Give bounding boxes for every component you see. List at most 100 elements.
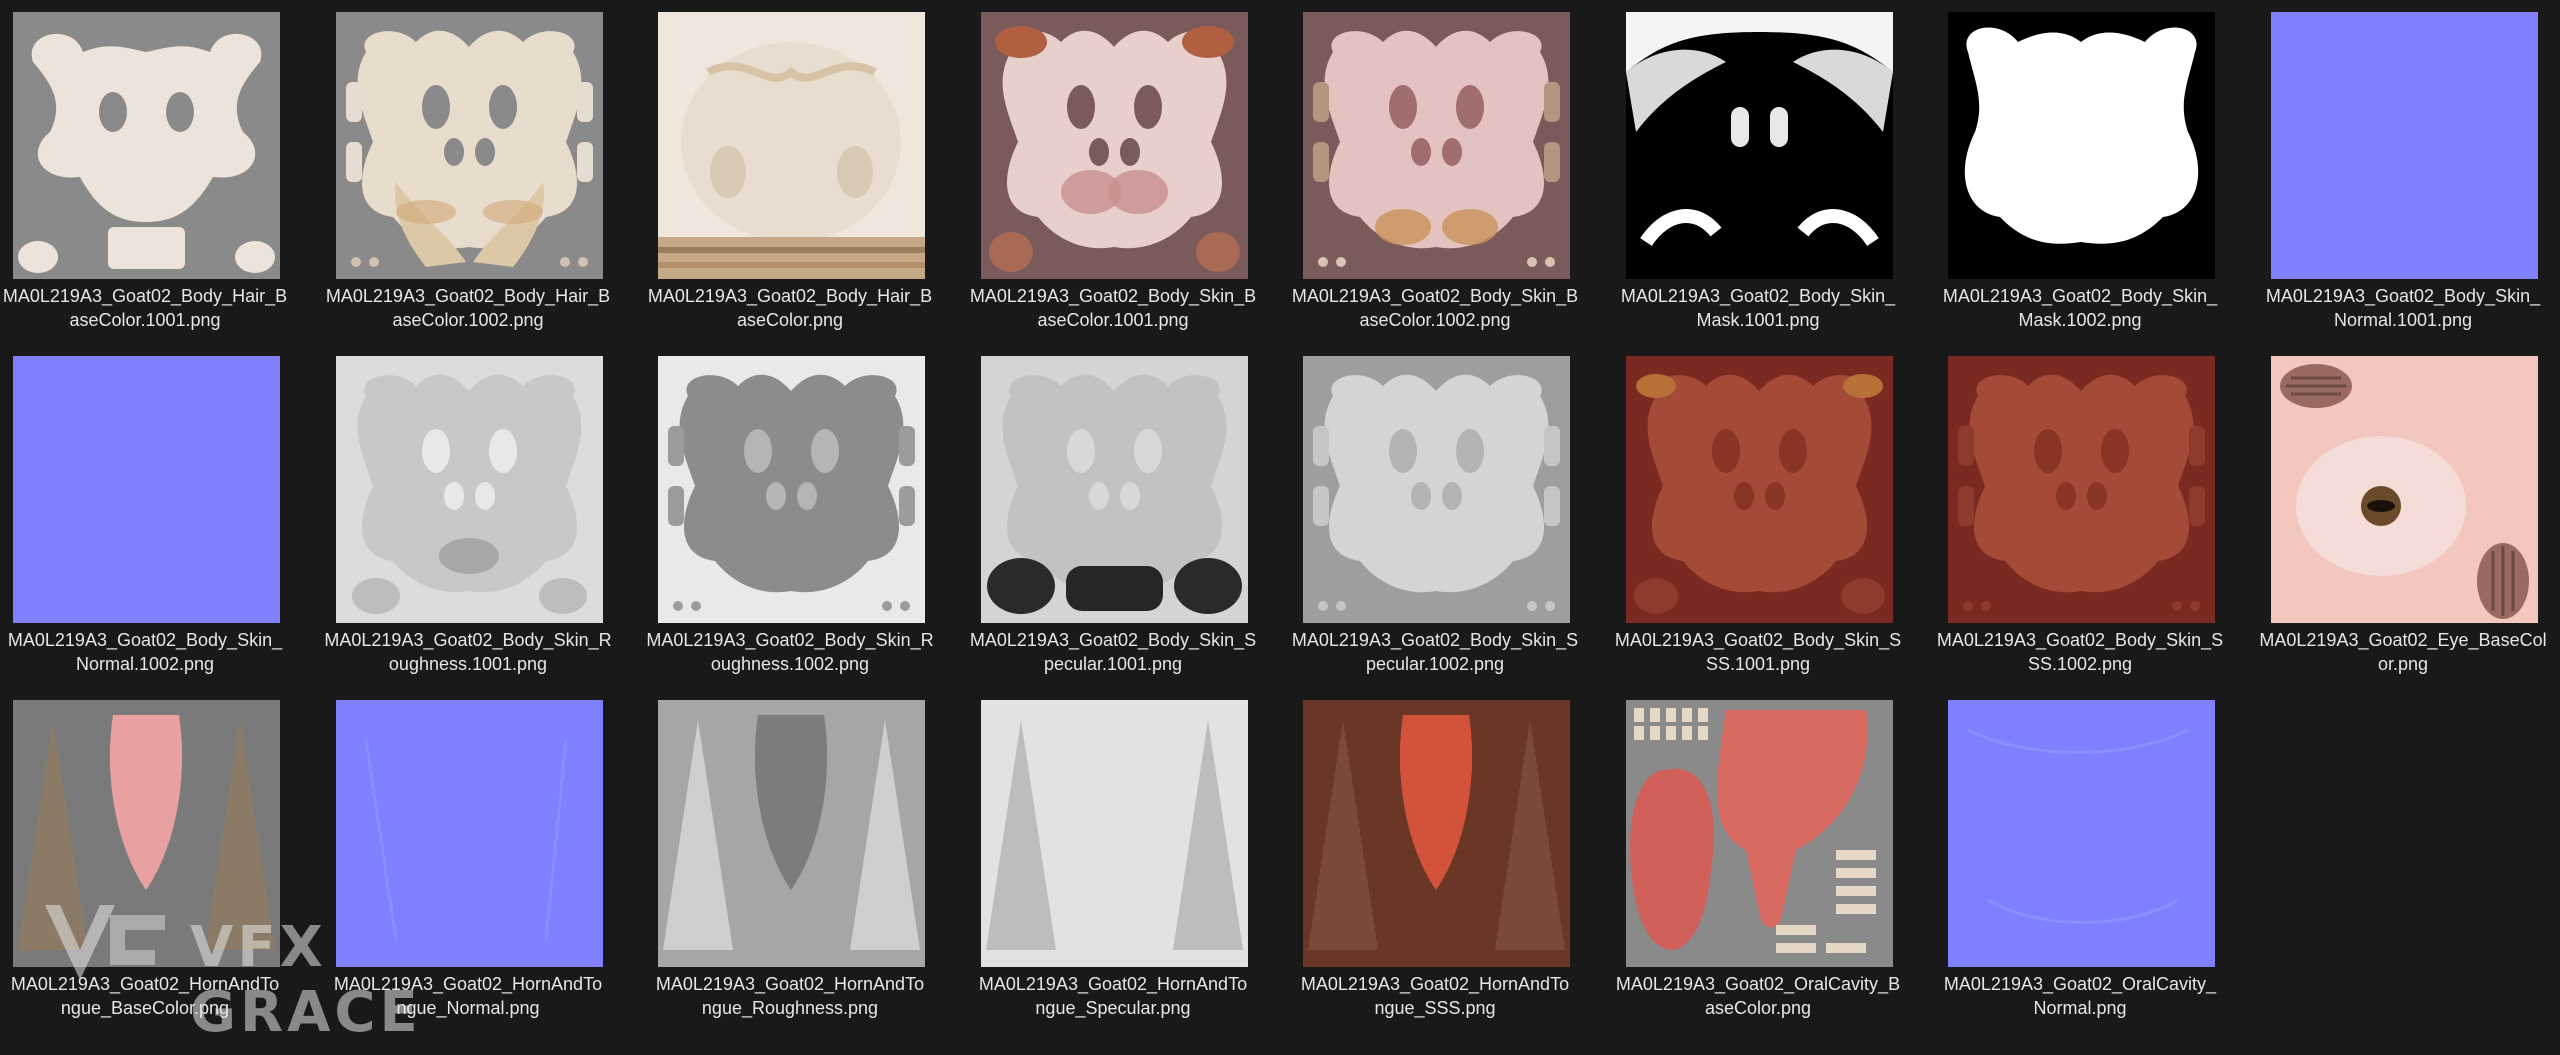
file-item[interactable]: MA0L219A3_Goat02_Body_Skin_B aseColor.100…: [1290, 0, 1580, 330]
file-thumbnail[interactable]: [1626, 700, 1893, 967]
file-name: MA0L219A3_Goat02_Body_Skin_ Mask.1001.png: [1613, 284, 1903, 332]
file-name-line1: MA0L219A3_Goat02_Eye_BaseCol: [2259, 630, 2547, 650]
file-item[interactable]: MA0L219A3_Goat02_Body_Skin_S pecular.1001…: [968, 344, 1258, 674]
file-name-line1: MA0L219A3_Goat02_HornAndTo: [978, 974, 1248, 994]
file-thumbnail[interactable]: [1948, 700, 2215, 967]
file-name: MA0L219A3_Goat02_Body_Skin_ Normal.1002.p…: [0, 628, 290, 676]
file-name-line2: aseColor.png: [736, 310, 844, 330]
file-name-line2: SS.1001.png: [1705, 654, 1811, 674]
file-name-line1: MA0L219A3_Goat02_Body_Skin_S: [1291, 630, 1579, 650]
file-name-line1: MA0L219A3_Goat02_HornAndTo: [655, 974, 925, 994]
file-name: MA0L219A3_Goat02_OralCavity_ Normal.png: [1935, 972, 2225, 1020]
file-thumbnail[interactable]: [1948, 12, 2215, 279]
file-item[interactable]: MA0L219A3_Goat02_HornAndTo ngue_Normal.pn…: [323, 688, 613, 1018]
file-item[interactable]: MA0L219A3_Goat02_Eye_BaseCol or.png: [2258, 344, 2548, 674]
file-name-line2: aseColor.png: [1704, 998, 1812, 1018]
file-name: MA0L219A3_Goat02_Body_Skin_R oughness.100…: [323, 628, 613, 676]
file-name-line2: Normal.png: [2033, 998, 2127, 1018]
file-thumbnail[interactable]: [1303, 356, 1570, 623]
file-thumbnail[interactable]: [981, 700, 1248, 967]
file-grid: MA0L219A3_Goat02_Body_Hair_B aseColor.100…: [0, 0, 2560, 1055]
file-thumbnail[interactable]: [1948, 356, 2215, 623]
file-item[interactable]: MA0L219A3_Goat02_Body_Skin_R oughness.100…: [645, 344, 935, 674]
file-name: MA0L219A3_Goat02_OralCavity_B aseColor.pn…: [1613, 972, 1903, 1020]
file-name-line2: pecular.1002.png: [1365, 654, 1505, 674]
file-item[interactable]: MA0L219A3_Goat02_Body_Hair_B aseColor.png: [645, 0, 935, 330]
file-thumbnail[interactable]: [13, 700, 280, 967]
file-item[interactable]: MA0L219A3_Goat02_Body_Skin_ Normal.1001.p…: [2258, 0, 2548, 330]
file-name: MA0L219A3_Goat02_Body_Skin_B aseColor.100…: [1290, 284, 1580, 332]
file-name-line1: MA0L219A3_Goat02_Body_Skin_: [2265, 286, 2541, 306]
file-name-line2: ngue_Roughness.png: [701, 998, 879, 1018]
file-name: MA0L219A3_Goat02_HornAndTo ngue_Normal.pn…: [323, 972, 613, 1020]
file-name: MA0L219A3_Goat02_Body_Skin_S SS.1002.png: [1935, 628, 2225, 676]
file-thumbnail[interactable]: [658, 12, 925, 279]
file-item[interactable]: MA0L219A3_Goat02_Body_Hair_B aseColor.100…: [0, 0, 290, 330]
file-thumbnail[interactable]: [13, 356, 280, 623]
file-thumbnail[interactable]: [2271, 12, 2538, 279]
file-item[interactable]: MA0L219A3_Goat02_HornAndTo ngue_Roughness…: [645, 688, 935, 1018]
file-thumbnail[interactable]: [1626, 356, 1893, 623]
file-name-line1: MA0L219A3_Goat02_Body_Skin_R: [646, 630, 934, 650]
file-name: MA0L219A3_Goat02_Body_Skin_B aseColor.100…: [968, 284, 1258, 332]
file-thumbnail[interactable]: [1303, 12, 1570, 279]
file-name-line2: aseColor.1001.png: [69, 310, 221, 330]
file-thumbnail[interactable]: [981, 356, 1248, 623]
file-name-line2: Mask.1002.png: [2018, 310, 2142, 330]
file-name-line1: MA0L219A3_Goat02_Body_Skin_: [1620, 286, 1896, 306]
file-name-line2: pecular.1001.png: [1043, 654, 1183, 674]
file-thumbnail[interactable]: [1303, 700, 1570, 967]
file-name-line2: Normal.1002.png: [75, 654, 215, 674]
file-name-line1: MA0L219A3_Goat02_Body_Skin_B: [969, 286, 1257, 306]
file-name: MA0L219A3_Goat02_Body_Hair_B aseColor.png: [645, 284, 935, 332]
file-name: MA0L219A3_Goat02_Body_Hair_B aseColor.100…: [323, 284, 613, 332]
file-name-line2: aseColor.1001.png: [1037, 310, 1189, 330]
file-item[interactable]: MA0L219A3_Goat02_Body_Skin_S SS.1002.png: [1935, 344, 2225, 674]
file-name-line1: MA0L219A3_Goat02_Body_Hair_B: [2, 286, 288, 306]
file-name-line1: MA0L219A3_Goat02_Body_Skin_B: [1291, 286, 1579, 306]
file-name-line1: MA0L219A3_Goat02_HornAndTo: [333, 974, 603, 994]
file-name-line2: oughness.1002.png: [710, 654, 870, 674]
file-item[interactable]: MA0L219A3_Goat02_OralCavity_ Normal.png: [1935, 688, 2225, 1018]
file-thumbnail[interactable]: [336, 12, 603, 279]
file-name-line2: aseColor.1002.png: [392, 310, 544, 330]
file-thumbnail[interactable]: [13, 12, 280, 279]
file-item[interactable]: MA0L219A3_Goat02_HornAndTo ngue_BaseColor…: [0, 688, 290, 1018]
file-thumbnail[interactable]: [658, 700, 925, 967]
file-item[interactable]: MA0L219A3_Goat02_OralCavity_B aseColor.pn…: [1613, 688, 1903, 1018]
file-name-line1: MA0L219A3_Goat02_Body_Skin_: [1942, 286, 2218, 306]
file-name: MA0L219A3_Goat02_Body_Skin_R oughness.100…: [645, 628, 935, 676]
file-name: MA0L219A3_Goat02_Body_Skin_ Normal.1001.p…: [2258, 284, 2548, 332]
file-item[interactable]: MA0L219A3_Goat02_HornAndTo ngue_Specular.…: [968, 688, 1258, 1018]
file-thumbnail[interactable]: [1626, 12, 1893, 279]
file-name-line1: MA0L219A3_Goat02_Body_Hair_B: [647, 286, 933, 306]
file-item[interactable]: MA0L219A3_Goat02_Body_Skin_S pecular.1002…: [1290, 344, 1580, 674]
file-name: MA0L219A3_Goat02_Body_Hair_B aseColor.100…: [0, 284, 290, 332]
file-item[interactable]: MA0L219A3_Goat02_Body_Skin_ Normal.1002.p…: [0, 344, 290, 674]
file-name: MA0L219A3_Goat02_HornAndTo ngue_BaseColor…: [0, 972, 290, 1020]
file-thumbnail[interactable]: [336, 356, 603, 623]
file-thumbnail[interactable]: [336, 700, 603, 967]
file-name: MA0L219A3_Goat02_HornAndTo ngue_Specular.…: [968, 972, 1258, 1020]
file-item[interactable]: MA0L219A3_Goat02_HornAndTo ngue_SSS.png: [1290, 688, 1580, 1018]
file-name: MA0L219A3_Goat02_HornAndTo ngue_Roughness…: [645, 972, 935, 1020]
file-thumbnail[interactable]: [2271, 356, 2538, 623]
file-name-line1: MA0L219A3_Goat02_Body_Skin_S: [1936, 630, 2224, 650]
file-item[interactable]: MA0L219A3_Goat02_Body_Skin_B aseColor.100…: [968, 0, 1258, 330]
file-name-line2: Normal.1001.png: [2333, 310, 2473, 330]
file-name-line1: MA0L219A3_Goat02_Body_Skin_: [7, 630, 283, 650]
file-name-line2: oughness.1001.png: [388, 654, 548, 674]
file-name-line2: aseColor.1002.png: [1359, 310, 1511, 330]
file-item[interactable]: MA0L219A3_Goat02_Body_Skin_ Mask.1002.png: [1935, 0, 2225, 330]
file-item[interactable]: MA0L219A3_Goat02_Body_Skin_R oughness.100…: [323, 344, 613, 674]
file-name-line1: MA0L219A3_Goat02_HornAndTo: [1300, 974, 1570, 994]
file-name-line2: ngue_Specular.png: [1035, 998, 1191, 1018]
file-name: MA0L219A3_Goat02_Body_Skin_ Mask.1002.png: [1935, 284, 2225, 332]
file-name-line2: Mask.1001.png: [1696, 310, 1820, 330]
file-thumbnail[interactable]: [658, 356, 925, 623]
file-item[interactable]: MA0L219A3_Goat02_Body_Skin_S SS.1001.png: [1613, 344, 1903, 674]
file-name: MA0L219A3_Goat02_Eye_BaseCol or.png: [2258, 628, 2548, 676]
file-thumbnail[interactable]: [981, 12, 1248, 279]
file-item[interactable]: MA0L219A3_Goat02_Body_Hair_B aseColor.100…: [323, 0, 613, 330]
file-item[interactable]: MA0L219A3_Goat02_Body_Skin_ Mask.1001.png: [1613, 0, 1903, 330]
